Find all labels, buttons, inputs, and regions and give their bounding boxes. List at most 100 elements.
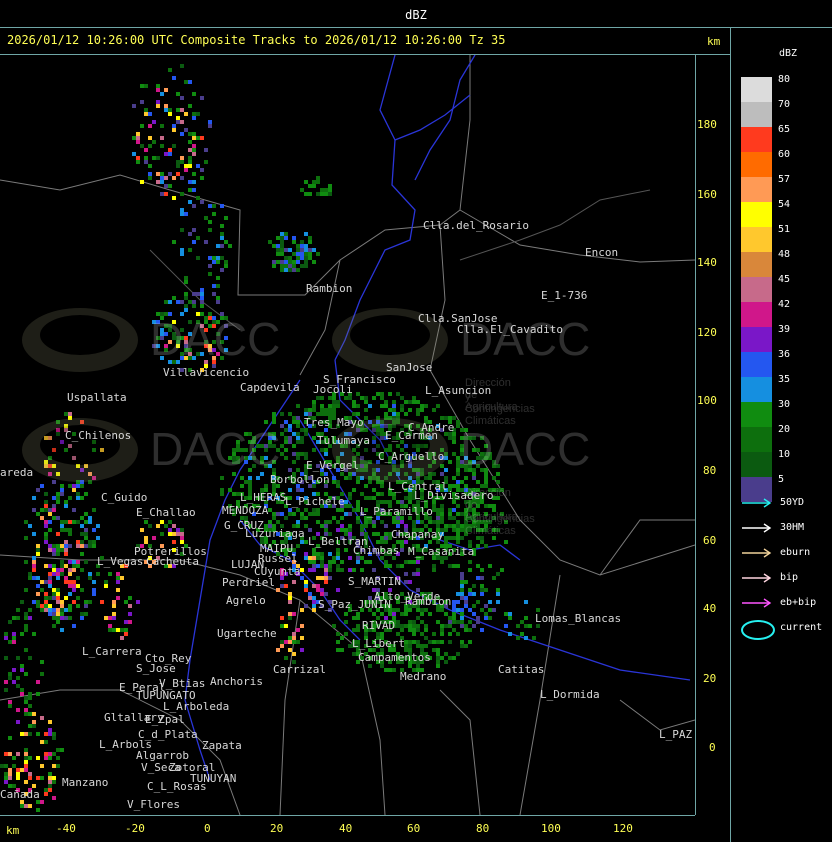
radar-echo-pixel: [148, 112, 152, 116]
legend-swatch: [741, 327, 772, 352]
radar-echo-pixel: [64, 548, 68, 552]
radar-echo-pixel: [188, 156, 192, 160]
radar-echo-pixel: [516, 636, 520, 640]
radar-echo-pixel: [436, 664, 440, 668]
radar-echo-pixel: [288, 248, 292, 252]
track-30hm-arrow-icon: [742, 523, 772, 533]
radar-echo-pixel: [164, 176, 168, 180]
radar-echo-pixel: [140, 144, 144, 148]
radar-echo-pixel: [192, 180, 196, 184]
radar-echo-pixel: [188, 160, 192, 164]
radar-echo-pixel: [308, 596, 312, 600]
radar-echo-pixel: [176, 172, 180, 176]
radar-echo-pixel: [40, 800, 44, 804]
radar-echo-pixel: [68, 572, 72, 576]
radar-echo-pixel: [280, 264, 284, 268]
radar-echo-pixel: [432, 640, 436, 644]
radar-echo-pixel: [8, 704, 12, 708]
place-label: E_1-736: [541, 289, 588, 302]
radar-echo-pixel: [288, 596, 292, 600]
radar-echo-pixel: [160, 532, 164, 536]
radar-echo-pixel: [80, 588, 84, 592]
radar-echo-pixel: [52, 616, 56, 620]
radar-echo-pixel: [160, 124, 164, 128]
radar-echo-pixel: [288, 260, 292, 264]
y-tick-label: 120: [697, 326, 717, 339]
radar-echo-pixel: [120, 576, 124, 580]
radar-echo-pixel: [56, 592, 60, 596]
radar-echo-pixel: [32, 632, 36, 636]
radar-echo-pixel: [464, 604, 468, 608]
radar-echo-pixel: [8, 776, 12, 780]
radar-echo-pixel: [312, 448, 316, 452]
radar-echo-pixel: [456, 520, 460, 524]
radar-echo-pixel: [204, 240, 208, 244]
radar-echo-pixel: [316, 584, 320, 588]
radar-echo-pixel: [52, 516, 56, 520]
radar-echo-pixel: [312, 260, 316, 264]
radar-echo-pixel: [28, 608, 32, 612]
radar-echo-pixel: [88, 544, 92, 548]
radar-echo-pixel: [12, 764, 16, 768]
radar-echo-pixel: [368, 664, 372, 668]
radar-echo-pixel: [408, 408, 412, 412]
radar-echo-pixel: [372, 532, 376, 536]
radar-echo-pixel: [164, 152, 168, 156]
radar-echo-pixel: [116, 580, 120, 584]
radar-echo-pixel: [60, 544, 64, 548]
radar-echo-pixel: [480, 592, 484, 596]
radar-echo-pixel: [192, 240, 196, 244]
radar-echo-pixel: [288, 640, 292, 644]
svg-text:DACC: DACC: [150, 423, 280, 475]
radar-echo-pixel: [24, 560, 28, 564]
radar-echo-pixel: [440, 632, 444, 636]
legend-swatch: [741, 77, 772, 102]
radar-echo-pixel: [416, 568, 420, 572]
radar-echo-pixel: [300, 488, 304, 492]
radar-echo-pixel: [180, 528, 184, 532]
radar-echo-pixel: [0, 764, 4, 768]
radar-map[interactable]: DACC DACC Dirección de Agricultura y Con…: [0, 55, 695, 815]
radar-echo-pixel: [172, 524, 176, 528]
radar-echo-pixel: [48, 512, 52, 516]
radar-echo-pixel: [296, 268, 300, 272]
radar-echo-pixel: [380, 520, 384, 524]
radar-echo-pixel: [20, 664, 24, 668]
radar-echo-pixel: [36, 680, 40, 684]
radar-echo-pixel: [48, 756, 52, 760]
radar-echo-pixel: [144, 520, 148, 524]
radar-echo-pixel: [176, 300, 180, 304]
radar-echo-pixel: [156, 524, 160, 528]
radar-echo-pixel: [328, 408, 332, 412]
radar-echo-pixel: [192, 172, 196, 176]
radar-echo-pixel: [72, 508, 76, 512]
radar-echo-pixel: [272, 244, 276, 248]
radar-echo-pixel: [348, 528, 352, 532]
header-km-label: km: [707, 35, 721, 48]
radar-echo-pixel: [196, 236, 200, 240]
radar-echo-pixel: [408, 644, 412, 648]
radar-echo-pixel: [292, 240, 296, 244]
radar-echo-pixel: [280, 244, 284, 248]
radar-echo-pixel: [284, 584, 288, 588]
radar-echo-pixel: [168, 528, 172, 532]
radar-echo-pixel: [56, 588, 60, 592]
radar-echo-pixel: [36, 592, 40, 596]
radar-echo-pixel: [392, 668, 396, 672]
radar-echo-pixel: [32, 720, 36, 724]
legend-swatch: [741, 152, 772, 177]
radar-echo-pixel: [24, 708, 28, 712]
radar-echo-pixel: [200, 296, 204, 300]
radar-echo-pixel: [64, 564, 68, 568]
radar-echo-pixel: [156, 172, 160, 176]
radar-echo-pixel: [320, 556, 324, 560]
radar-echo-pixel: [28, 772, 32, 776]
radar-echo-pixel: [40, 716, 44, 720]
radar-echo-pixel: [92, 592, 96, 596]
radar-echo-pixel: [36, 512, 40, 516]
radar-echo-pixel: [288, 256, 292, 260]
legend-swatch: [741, 452, 772, 477]
radar-echo-pixel: [308, 560, 312, 564]
track-eb-bip-arrow-icon: [742, 598, 772, 608]
radar-echo-pixel: [164, 104, 168, 108]
